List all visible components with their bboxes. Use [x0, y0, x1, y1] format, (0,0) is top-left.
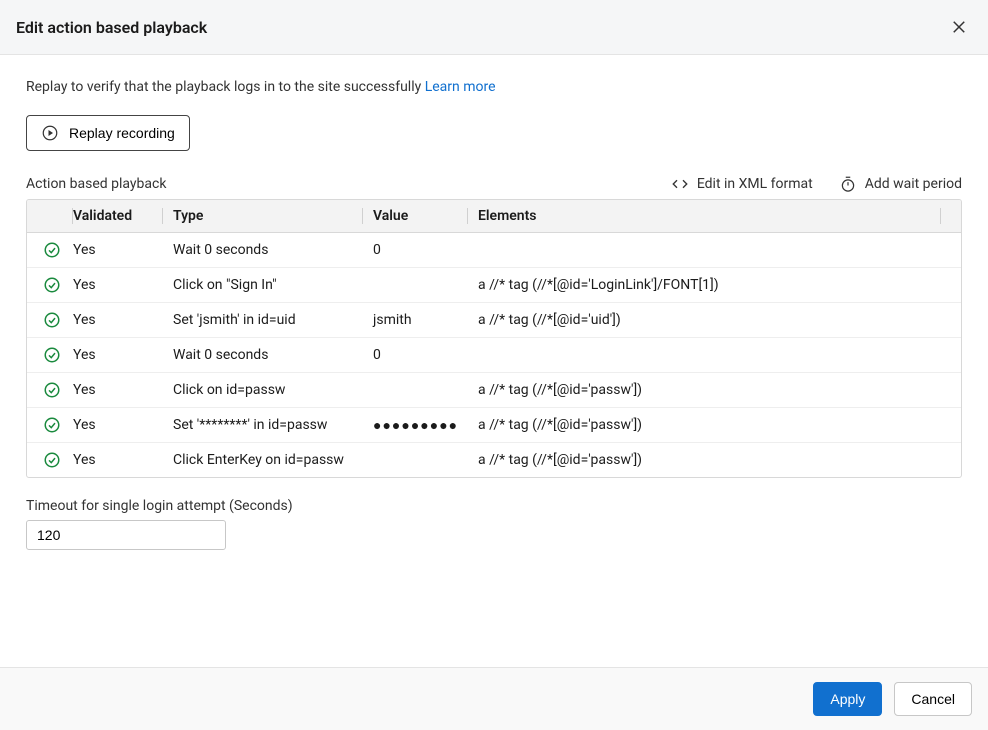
cell-elements: a //* tag (//*[@id='passw']) — [468, 408, 941, 442]
table-body: YesWait 0 seconds0YesClick on "Sign In"a… — [27, 233, 961, 477]
cell-status-icon — [27, 268, 73, 302]
cell-spacer — [941, 268, 961, 302]
timeout-input[interactable] — [26, 520, 226, 550]
cell-type: Set 'jsmith' in id=uid — [163, 303, 363, 337]
table-row[interactable]: YesSet 'jsmith' in id=uidjsmitha //* tag… — [27, 302, 961, 337]
add-wait-label: Add wait period — [865, 176, 962, 192]
edit-xml-label: Edit in XML format — [697, 176, 813, 192]
section-title: Action based playback — [26, 176, 166, 192]
stopwatch-icon — [839, 175, 857, 193]
cell-status-icon — [27, 408, 73, 442]
cell-validated: Yes — [73, 338, 163, 372]
cell-value: 0 — [363, 338, 468, 372]
cell-status-icon — [27, 338, 73, 372]
replay-recording-button[interactable]: Replay recording — [26, 115, 190, 151]
cell-type: Click on "Sign In" — [163, 268, 363, 302]
cell-status-icon — [27, 233, 73, 267]
intro-text: Replay to verify that the playback logs … — [26, 79, 962, 95]
table-row[interactable]: YesWait 0 seconds0 — [27, 233, 961, 267]
th-validated[interactable]: Validated — [73, 200, 163, 232]
table-row[interactable]: YesClick on "Sign In" a //* tag (//*[@id=… — [27, 267, 961, 302]
cell-spacer — [941, 373, 961, 407]
cell-value: 0 — [363, 233, 468, 267]
cell-type: Wait 0 seconds — [163, 338, 363, 372]
table-row[interactable]: YesWait 0 seconds0 — [27, 337, 961, 372]
check-circle-icon — [43, 451, 61, 469]
modal-content: Replay to verify that the playback logs … — [0, 55, 988, 667]
th-icon — [27, 200, 73, 232]
cell-value: jsmith — [363, 303, 468, 337]
actions-table: Validated Type Value Elements YesWait 0 … — [26, 199, 962, 478]
table-row[interactable]: YesSet '********' in id=passw●●●●●●●●●a … — [27, 407, 961, 442]
th-spacer — [941, 200, 961, 232]
cell-status-icon — [27, 303, 73, 337]
cell-type: Set '********' in id=passw — [163, 408, 363, 442]
cell-elements — [468, 233, 941, 267]
modal-title: Edit action based playback — [16, 18, 207, 37]
modal-header: Edit action based playback — [0, 0, 988, 55]
cell-value: ●●●●●●●●● — [363, 408, 468, 442]
cell-elements: a //* tag (//*[@id='passw']) — [468, 373, 941, 407]
cell-value — [363, 268, 468, 302]
close-button[interactable] — [946, 14, 972, 40]
check-circle-icon — [43, 276, 61, 294]
cell-value — [363, 443, 468, 477]
cell-elements: a //* tag (//*[@id='uid']) — [468, 303, 941, 337]
close-icon — [950, 18, 968, 36]
cell-validated: Yes — [73, 268, 163, 302]
learn-more-link[interactable]: Learn more — [425, 79, 496, 95]
cell-value — [363, 373, 468, 407]
replay-button-label: Replay recording — [69, 125, 175, 141]
cell-status-icon — [27, 373, 73, 407]
section-header: Action based playback Edit in XML format… — [26, 175, 962, 193]
cell-spacer — [941, 233, 961, 267]
section-toolbar: Edit in XML format Add wait period — [671, 175, 962, 193]
modal-dialog: Edit action based playback Replay to ver… — [0, 0, 988, 730]
check-circle-icon — [43, 381, 61, 399]
check-circle-icon — [43, 346, 61, 364]
cell-validated: Yes — [73, 373, 163, 407]
cell-spacer — [941, 443, 961, 477]
modal-footer: Apply Cancel — [0, 667, 988, 730]
check-circle-icon — [43, 416, 61, 434]
cell-validated: Yes — [73, 303, 163, 337]
apply-button[interactable]: Apply — [813, 682, 882, 716]
check-circle-icon — [43, 241, 61, 259]
cell-validated: Yes — [73, 408, 163, 442]
cell-status-icon — [27, 443, 73, 477]
cell-spacer — [941, 303, 961, 337]
cancel-button[interactable]: Cancel — [894, 682, 972, 716]
cell-validated: Yes — [73, 233, 163, 267]
cell-elements — [468, 338, 941, 372]
cell-type: Click on id=passw — [163, 373, 363, 407]
timeout-label: Timeout for single login attempt (Second… — [26, 498, 962, 514]
cell-type: Click EnterKey on id=passw — [163, 443, 363, 477]
cell-validated: Yes — [73, 443, 163, 477]
th-value[interactable]: Value — [363, 200, 468, 232]
th-elements[interactable]: Elements — [468, 200, 941, 232]
check-circle-icon — [43, 311, 61, 329]
cell-elements: a //* tag (//*[@id='LoginLink']/FONT[1]) — [468, 268, 941, 302]
code-icon — [671, 175, 689, 193]
play-circle-icon — [41, 124, 59, 142]
add-wait-button[interactable]: Add wait period — [839, 175, 962, 193]
table-header: Validated Type Value Elements — [27, 200, 961, 233]
cell-type: Wait 0 seconds — [163, 233, 363, 267]
edit-xml-button[interactable]: Edit in XML format — [671, 175, 813, 193]
table-row[interactable]: YesClick EnterKey on id=passw a //* tag (… — [27, 442, 961, 477]
cell-elements: a //* tag (//*[@id='passw']) — [468, 443, 941, 477]
intro-description: Replay to verify that the playback logs … — [26, 79, 425, 95]
table-row[interactable]: YesClick on id=passw a //* tag (//*[@id='… — [27, 372, 961, 407]
cell-spacer — [941, 338, 961, 372]
cell-spacer — [941, 408, 961, 442]
th-type[interactable]: Type — [163, 200, 363, 232]
